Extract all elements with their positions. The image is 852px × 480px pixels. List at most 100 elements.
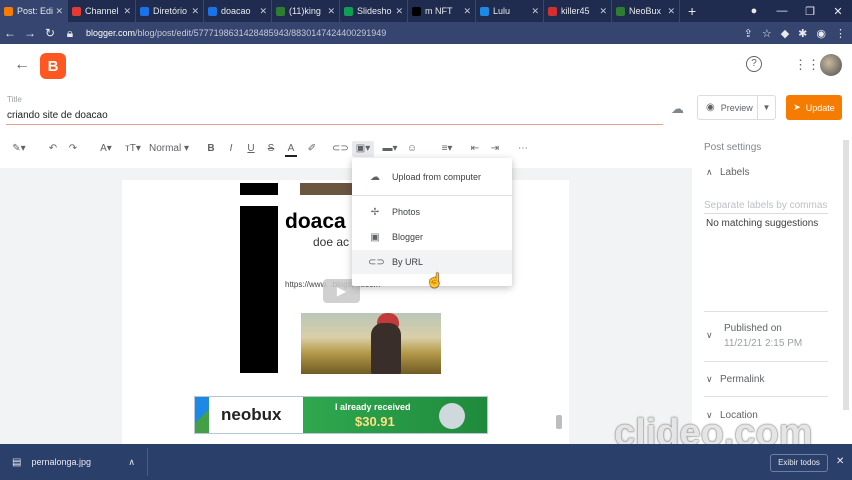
tab-post-editor[interactable]: Post: Edi ✕ bbox=[0, 0, 68, 22]
menu-item-blogger[interactable]: ▣ Blogger bbox=[352, 225, 512, 249]
title-label: Title bbox=[7, 95, 22, 104]
star-icon[interactable]: ☆ bbox=[762, 27, 772, 40]
font-color-box-icon[interactable]: A▾ bbox=[95, 141, 117, 157]
close-window-icon[interactable]: ✕ bbox=[824, 5, 852, 18]
settings-scrollbar[interactable] bbox=[843, 140, 849, 410]
chevron-up-icon[interactable]: ∧ bbox=[128, 457, 135, 468]
share-icon[interactable]: ⇪ bbox=[744, 27, 753, 40]
indent-less-icon[interactable]: ⇤ bbox=[468, 141, 482, 157]
tab-slideshow[interactable]: Slidesho ✕ bbox=[340, 0, 408, 22]
strikethrough-icon[interactable]: S bbox=[265, 141, 277, 157]
eye-icon: ◉ bbox=[706, 102, 715, 113]
new-tab-icon[interactable]: + bbox=[688, 3, 696, 19]
back-icon[interactable]: ← bbox=[0, 26, 20, 40]
close-icon[interactable]: ✕ bbox=[191, 6, 199, 17]
close-icon[interactable]: ✕ bbox=[123, 6, 131, 17]
tab-diretorio[interactable]: Diretório ✕ bbox=[136, 0, 204, 22]
redo-icon[interactable]: ↷ bbox=[66, 141, 80, 157]
underline-icon[interactable]: U bbox=[245, 141, 257, 157]
labels-input[interactable]: Separate labels by commas bbox=[704, 200, 828, 211]
banner-amount: $30.91 bbox=[355, 414, 395, 429]
back-arrow-icon[interactable]: ← bbox=[14, 56, 30, 74]
profile-avatar-icon[interactable]: ◉ bbox=[816, 27, 826, 40]
profile-icon[interactable]: ● bbox=[740, 5, 768, 17]
close-icon[interactable]: ✕ bbox=[531, 6, 539, 17]
tab-lulu[interactable]: Lulu ✕ bbox=[476, 0, 544, 22]
tab-label: doacao bbox=[221, 6, 251, 16]
tab-channel[interactable]: Channel ✕ bbox=[68, 0, 136, 22]
italic-icon[interactable]: I bbox=[225, 141, 237, 157]
lock-icon[interactable]: 🔒︎ bbox=[60, 26, 80, 41]
menu-icon[interactable]: ⋮ bbox=[835, 27, 846, 40]
close-icon[interactable]: ✕ bbox=[327, 6, 335, 17]
reload-icon[interactable]: ↻ bbox=[40, 26, 60, 40]
close-icon[interactable]: ✕ bbox=[55, 6, 63, 17]
menu-item-label: By URL bbox=[392, 257, 424, 267]
tab-killer[interactable]: killer45 ✕ bbox=[544, 0, 612, 22]
permalink-section-header[interactable]: ∨ Permalink bbox=[706, 374, 764, 385]
undo-icon[interactable]: ↶ bbox=[46, 141, 60, 157]
close-icon[interactable]: ✕ bbox=[259, 6, 267, 17]
link-icon: ⊂⊃ bbox=[368, 256, 385, 268]
blogger-favicon bbox=[4, 6, 13, 16]
inserted-photo[interactable] bbox=[301, 313, 441, 374]
minimize-icon[interactable]: — bbox=[768, 5, 796, 17]
tab-label: Slidesho bbox=[357, 6, 392, 16]
extension-icon[interactable]: ◆ bbox=[781, 27, 789, 40]
preview-dropdown-caret-icon[interactable]: ▼ bbox=[757, 96, 775, 119]
update-button[interactable]: ➤ Update bbox=[786, 95, 842, 120]
menu-item-label: Upload from computer bbox=[392, 172, 482, 182]
insert-image-icon[interactable]: ▣▾ bbox=[352, 141, 374, 157]
blogger-logo[interactable]: B bbox=[40, 53, 66, 79]
forward-icon[interactable]: → bbox=[20, 26, 40, 40]
editor-scrollbar[interactable] bbox=[556, 415, 562, 429]
labels-section-header[interactable]: ∧ Labels bbox=[706, 167, 749, 178]
text-size-icon[interactable]: ᴛT▾ bbox=[122, 141, 144, 157]
tab-label: (11)king bbox=[289, 6, 321, 16]
menu-item-upload[interactable]: ☁ Upload from computer bbox=[352, 165, 512, 189]
url-field[interactable]: blogger.com/blog/post/edit/5777198631428… bbox=[86, 28, 386, 38]
permalink-label: Permalink bbox=[720, 374, 765, 385]
tab-nft[interactable]: m NFT ✕ bbox=[408, 0, 476, 22]
tab-doacao[interactable]: doacao ✕ bbox=[204, 0, 272, 22]
title-input[interactable]: criando site de doacao bbox=[7, 110, 108, 121]
download-bar: ▤ pernalonga.jpg ∧ bbox=[0, 444, 852, 480]
close-icon[interactable]: ✕ bbox=[667, 6, 675, 17]
close-icon[interactable]: ✕ bbox=[599, 6, 607, 17]
highlight-icon[interactable]: ✐ bbox=[305, 141, 319, 157]
emoji-icon[interactable]: ☺ bbox=[405, 141, 419, 157]
published-value: 11/21/21 2:15 PM bbox=[724, 338, 803, 349]
published-section-chevron[interactable]: ∨ bbox=[706, 330, 720, 341]
show-all-downloads-button[interactable]: Exibir todos bbox=[770, 454, 828, 472]
text-color-icon[interactable]: A bbox=[285, 141, 297, 157]
published-label[interactable]: Published on bbox=[724, 323, 782, 334]
title-underline bbox=[6, 124, 663, 125]
download-item[interactable]: ▤ pernalonga.jpg ∧ bbox=[0, 448, 148, 476]
close-icon[interactable]: ✕ bbox=[463, 6, 471, 17]
neobux-banner[interactable]: neobux I already received $30.91 bbox=[194, 396, 488, 434]
bold-icon[interactable]: B bbox=[205, 141, 217, 157]
site-favicon bbox=[276, 6, 285, 16]
menu-item-by-url[interactable]: ⊂⊃ By URL bbox=[352, 250, 512, 274]
tab-king[interactable]: (11)king ✕ bbox=[272, 0, 340, 22]
paragraph-style-select[interactable]: Normal ▾ bbox=[148, 141, 190, 157]
insert-video-icon[interactable]: ▬▾ bbox=[380, 141, 400, 157]
link-icon[interactable]: ⊂⊃ bbox=[332, 141, 349, 157]
puzzle-icon[interactable]: ✱ bbox=[798, 27, 807, 40]
avatar[interactable] bbox=[820, 54, 842, 76]
window-controls: ● — ❐ ✕ bbox=[740, 0, 852, 22]
align-icon[interactable]: ≡▾ bbox=[437, 141, 457, 157]
restore-icon[interactable]: ❐ bbox=[796, 5, 824, 18]
preview-button[interactable]: ◉ Preview ▼ bbox=[697, 95, 776, 120]
help-icon[interactable]: ? bbox=[746, 56, 762, 72]
blogger-logo-letter: B bbox=[47, 57, 59, 75]
tab-neobux[interactable]: NeoBux ✕ bbox=[612, 0, 680, 22]
address-bar: ← → ↻ 🔒︎ blogger.com/blog/post/edit/5777… bbox=[0, 22, 852, 44]
close-download-bar-icon[interactable]: ✕ bbox=[836, 456, 844, 467]
menu-item-photos[interactable]: ✢ Photos bbox=[352, 200, 512, 224]
close-icon[interactable]: ✕ bbox=[395, 6, 403, 17]
indent-more-icon[interactable]: ⇥ bbox=[488, 141, 502, 157]
more-options-icon[interactable]: ⋯ bbox=[516, 141, 530, 157]
pen-mode-icon[interactable]: ✎▾ bbox=[8, 141, 30, 157]
site-favicon bbox=[616, 6, 625, 16]
